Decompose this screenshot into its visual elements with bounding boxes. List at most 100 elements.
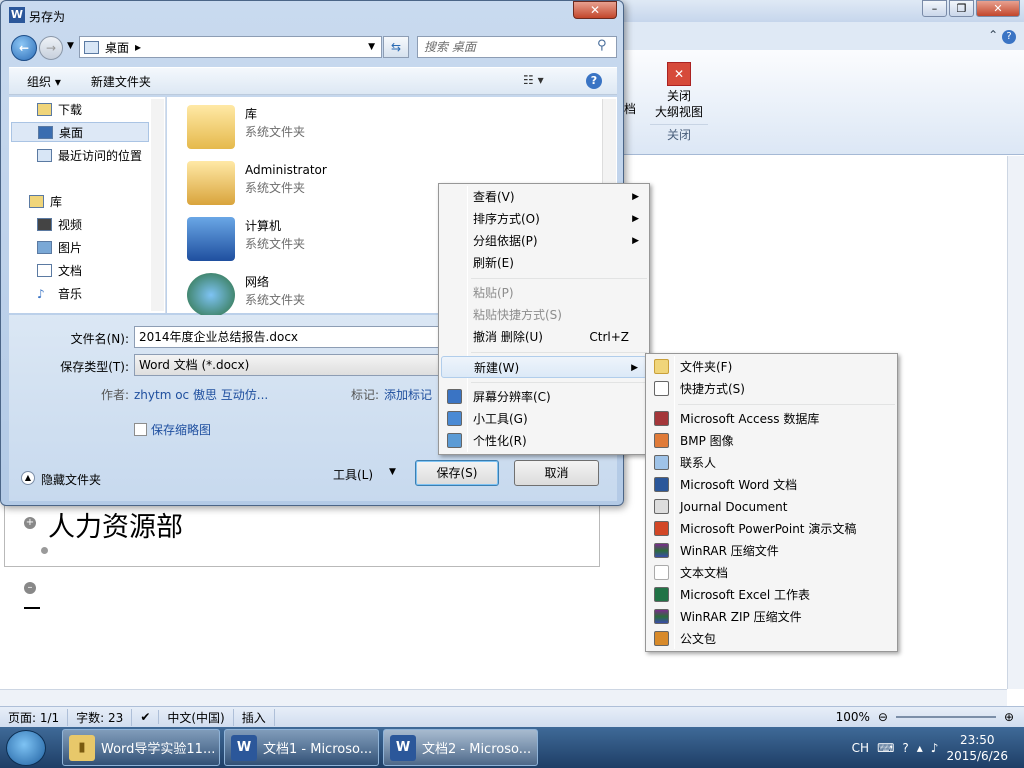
cancel-button[interactable]: 取消 [514,460,599,486]
insert-mode[interactable]: 插入 [234,708,275,726]
outline-heading-text[interactable]: 人力资源部 [48,505,183,544]
nav-label: 最近访问的位置 [58,148,143,163]
word-close-button[interactable]: ✕ [976,0,1020,17]
language[interactable]: 中文(中国) [159,708,234,726]
tools-dropdown-icon[interactable]: ▼ [389,467,396,477]
input-language[interactable]: CH [852,741,869,755]
tools-button[interactable]: 工具(L) [333,466,373,483]
thumbnail-label[interactable]: 保存缩略图 [151,421,211,438]
close-outline-view-button[interactable]: ✕ 关闭 大纲视图 关闭 [650,58,708,153]
taskbar-item-word-lab[interactable]: ▮ Word导学实验11... [62,729,220,766]
text-file-icon [654,565,669,580]
address-bar[interactable]: 桌面 ▸ ▼ [79,36,382,58]
maximize-button[interactable]: ❐ [949,0,974,17]
nav-item-music[interactable]: ♪ 音乐 [37,283,82,303]
dialog-close-button[interactable]: ✕ [573,1,617,19]
menu-item-refresh[interactable]: 刷新(E) [441,252,647,274]
menu-item-paste-shortcut[interactable]: 粘贴快捷方式(S) [441,304,647,326]
new-item-folder[interactable]: 文件夹(F) [648,356,895,378]
file-item-network[interactable]: 网络 系统文件夹 [187,273,305,317]
display-icon [447,389,462,404]
network-icon[interactable]: ▴ [917,741,923,755]
new-item-text[interactable]: 文本文档 [648,562,895,584]
new-item-shortcut[interactable]: 快捷方式(S) [648,378,895,400]
zoom-level[interactable]: 100% [836,710,870,724]
volume-icon[interactable]: ♪ [931,741,939,755]
nav-item-recent[interactable]: 最近访问的位置 [37,145,142,165]
taskbar-item-doc1[interactable]: W 文档1 - Microso... [224,729,379,766]
word-count[interactable]: 字数: 23 [68,708,133,726]
zoom-slider[interactable] [895,715,996,718]
search-icon[interactable]: ⚲ [597,38,607,53]
vertical-scrollbar[interactable] [1007,156,1024,689]
menu-item-sort[interactable]: 排序方式(O) ▶ [441,208,647,230]
back-button[interactable]: ← [11,35,37,61]
menu-item-new[interactable]: 新建(W) ▶ [441,356,647,378]
proofing-icon[interactable]: ✔ [132,710,160,724]
expand-icon[interactable]: + [24,517,36,529]
file-item-computer[interactable]: 计算机 系统文件夹 [187,217,305,261]
new-item-bmp[interactable]: BMP 图像 [648,430,895,452]
hide-folders-button[interactable]: 隐藏文件夹 [41,471,101,488]
history-dropdown-icon[interactable]: ▼ [67,41,74,51]
file-type: 系统文件夹 [245,181,306,195]
address-dropdown-icon[interactable]: ▼ [368,42,375,52]
change-view-icon[interactable]: ☷ ▾ [523,73,544,87]
nav-item-downloads[interactable]: 下载 [37,99,82,119]
new-item-access[interactable]: Microsoft Access 数据库 [648,408,895,430]
new-item-briefcase[interactable]: 公文包 [648,628,895,650]
clock[interactable]: 23:50 2015/6/26 [946,732,1008,764]
file-item-libraries[interactable]: 库系统文件夹 [187,105,305,149]
help-icon[interactable]: ? [586,73,602,89]
forward-button[interactable]: → [39,36,63,60]
menu-item-gadgets[interactable]: 小工具(G) [441,408,647,430]
nav-item-pictures[interactable]: 图片 [37,237,82,257]
nav-item-documents[interactable]: 文档 [37,260,82,280]
menu-item-paste[interactable]: 粘贴(P) [441,282,647,304]
new-item-excel[interactable]: Microsoft Excel 工作表 [648,584,895,606]
nav-scrollbar[interactable] [151,99,164,311]
breadcrumb-arrow-icon[interactable]: ▸ [135,40,141,54]
zoom-in-icon[interactable]: ⊕ [1004,710,1014,724]
zoom-out-icon[interactable]: ⊖ [878,710,888,724]
nav-item-videos[interactable]: 视频 [37,214,82,234]
file-item-administrator[interactable]: Administrator 系统文件夹 [187,161,327,205]
horizontal-scrollbar[interactable] [0,689,1007,706]
date: 2015/6/26 [946,748,1008,763]
new-item-powerpoint[interactable]: Microsoft PowerPoint 演示文稿 [648,518,895,540]
collapse-icon[interactable]: – [24,582,36,594]
collapse-up-icon[interactable]: ▲ [21,471,35,485]
author-value[interactable]: zhytm oc 傲思 互动仿... [134,386,268,403]
refresh-button[interactable]: ⇆ [383,36,409,58]
nav-label: 音乐 [58,286,83,301]
minimize-button[interactable]: – [922,0,947,17]
new-folder-button[interactable]: 新建文件夹 [91,73,151,90]
nav-item-desktop[interactable]: 桌面 [11,122,149,142]
nav-item-libraries[interactable]: 库 [29,191,62,211]
taskbar-item-doc2[interactable]: W 文档2 - Microso... [383,729,538,766]
menu-item-undo-delete[interactable]: 撤消 删除(U) Ctrl+Z [441,326,647,348]
start-button[interactable] [6,730,46,766]
save-button[interactable]: 保存(S) [415,460,499,486]
search-input[interactable]: 搜索 桌面 [417,36,617,58]
menu-item-screen-resolution[interactable]: 屏幕分辨率(C) [441,386,647,408]
new-item-journal[interactable]: Journal Document [648,496,895,518]
new-item-winrar[interactable]: WinRAR 压缩文件 [648,540,895,562]
menu-item-personalize[interactable]: 个性化(R) [441,430,647,452]
keyboard-icon[interactable]: ⌨ [877,741,894,755]
briefcase-icon [654,631,669,646]
new-item-word[interactable]: Microsoft Word 文档 [648,474,895,496]
thumbnail-checkbox[interactable] [134,423,147,436]
folder-icon: ▮ [69,734,95,761]
new-item-contact[interactable]: 联系人 [648,452,895,474]
file-name: 网络 [245,275,270,289]
menu-item-view[interactable]: 查看(V) ▶ [441,186,647,208]
menu-item-group[interactable]: 分组依据(P) ▶ [441,230,647,252]
close-outline-label: 关闭 大纲视图 [654,89,703,119]
new-item-winrar-zip[interactable]: WinRAR ZIP 压缩文件 [648,606,895,628]
help-icon[interactable]: ? [902,741,908,755]
ribbon-collapse-icon[interactable]: ⌃ ? [988,28,1016,44]
page-count[interactable]: 页面: 1/1 [0,708,69,726]
organize-button[interactable]: 组织 ▾ [27,73,61,90]
tags-value[interactable]: 添加标记 [384,386,432,403]
